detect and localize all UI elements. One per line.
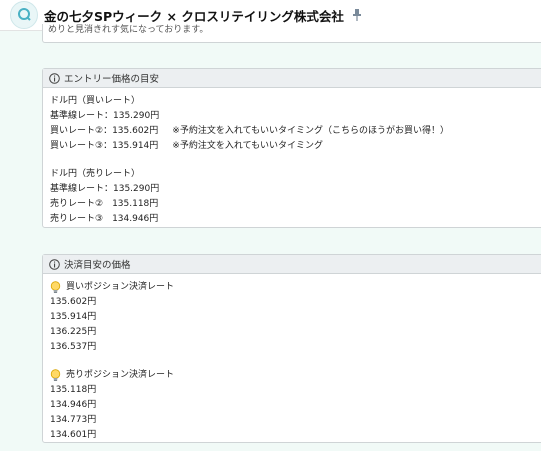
- app-logo[interactable]: [10, 1, 38, 29]
- buy-settle-value: 136.225円: [50, 327, 97, 337]
- lightbulb-icon: [50, 281, 62, 294]
- logo-icon: [18, 8, 31, 21]
- sell-settle-title: 売りポジション決済レート: [66, 370, 175, 380]
- sell-settle-value: 134.773円: [50, 415, 97, 425]
- buy-rate-note: ※予約注文を入れてもいいタイミング: [172, 141, 323, 151]
- entry-price-box: エントリー価格の目安 ドル円（買いレート） 基準線レート：135.290円 買い…: [42, 68, 541, 228]
- settle-box-body: 買いポジション決済レート 135.602円 135.914円 136.225円 …: [43, 274, 541, 443]
- settle-box-header: 決済目安の価格: [43, 255, 541, 274]
- settle-box-heading: 決済目安の価格: [64, 260, 131, 271]
- sell-settle-title-row: 売りポジション決済レート: [50, 368, 541, 383]
- buy-rate-row: 基準線レート：135.290円: [50, 111, 160, 121]
- buy-rate-row: 買いレート③：135.914円 ※予約注文を入れてもいいタイミング: [50, 141, 323, 151]
- entry-box-header: エントリー価格の目安: [43, 69, 541, 88]
- buy-settle-title-row: 買いポジション決済レート: [50, 280, 541, 295]
- sell-settle-value: 134.946円: [50, 400, 97, 410]
- sell-rate-label: ドル円（売りレート）: [50, 169, 141, 179]
- entry-box-heading: エントリー価格の目安: [64, 74, 160, 85]
- lightbulb-icon: [50, 369, 62, 382]
- entry-box-body: ドル円（買いレート） 基準線レート：135.290円 買いレート②：135.60…: [43, 88, 541, 227]
- buy-settle-value: 135.914円: [50, 312, 97, 322]
- sell-settle-value: 134.601円: [50, 430, 97, 440]
- buy-rate-row: 買いレート②：135.602円 ※予約注文を入れてもいいタイミング（こちらのほうが…: [50, 126, 449, 136]
- sell-rate-row: 基準線レート：135.290円: [50, 184, 160, 194]
- clipped-previous-text: めりと見消きれす気になっております。: [48, 25, 209, 35]
- info-icon: [49, 258, 60, 270]
- buy-settle-value: 136.537円: [50, 342, 97, 352]
- info-icon: [49, 72, 60, 84]
- buy-rate-note: ※予約注文を入れてもいいタイミング（こちらのほうがお買い得！）: [172, 126, 449, 136]
- settlement-price-box: 決済目安の価格 買いポジション決済レート 135.602円 135.914円 1…: [42, 254, 541, 443]
- buy-settle-title: 買いポジション決済レート: [66, 282, 175, 292]
- buy-rate-label: ドル円（買いレート）: [50, 96, 141, 106]
- buy-settle-value: 135.602円: [50, 297, 97, 307]
- sell-rate-row: 売りレート② 135.118円: [50, 199, 159, 209]
- sell-settle-value: 135.118円: [50, 385, 97, 395]
- sell-rate-row: 売りレート③ 134.946円: [50, 214, 159, 224]
- pin-icon[interactable]: [352, 9, 362, 21]
